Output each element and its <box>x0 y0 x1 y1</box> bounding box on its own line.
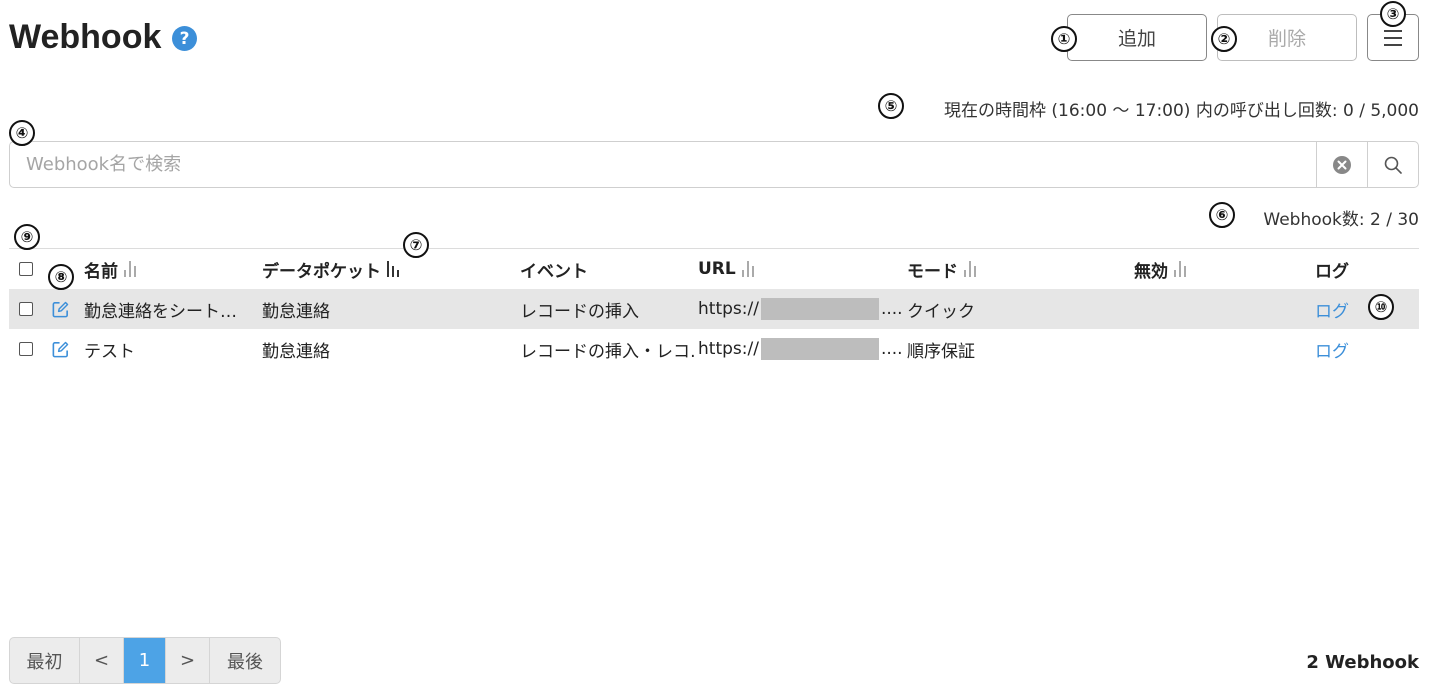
column-header-log: ログ <box>1315 261 1349 282</box>
annotation-marker-1: ① <box>1051 26 1077 52</box>
edit-button[interactable] <box>51 289 75 329</box>
redacted-url <box>760 338 879 360</box>
search-icon <box>1384 156 1402 174</box>
log-link[interactable]: ログ <box>1315 337 1349 362</box>
pagination: 最初 < 1 > 最後 <box>9 637 281 684</box>
annotation-marker-7: ⑦ <box>403 232 429 258</box>
add-button[interactable]: 追加 <box>1067 14 1207 61</box>
annotation-marker-6: ⑥ <box>1209 202 1235 228</box>
cell-disabled <box>1134 329 1304 369</box>
column-header-url[interactable]: URL <box>698 249 903 289</box>
log-link[interactable]: ログ <box>1315 297 1349 322</box>
column-header-name[interactable]: 名前 <box>84 249 254 289</box>
annotation-marker-9: ⑨ <box>14 224 40 250</box>
search-input[interactable] <box>10 142 1316 187</box>
annotation-marker-3: ③ <box>1380 1 1406 27</box>
cell-datapocket: 勤怠連絡 <box>262 341 330 362</box>
sort-icon <box>964 261 976 277</box>
clear-search-button[interactable] <box>1316 142 1367 187</box>
webhook-table: 名前 データポケット イベント URL モード 無効 ログ 勤怠連絡をシート… … <box>9 248 1419 369</box>
page-current-button[interactable]: 1 <box>124 638 166 683</box>
table-row[interactable]: テスト 勤怠連絡 レコードの挿入・レコ… https://.... 順序保証 ロ… <box>9 329 1419 369</box>
edit-button[interactable] <box>51 329 75 369</box>
rate-limit-info: 現在の時間枠 (16:00 〜 17:00) 内の呼び出し回数: 0 / 5,0… <box>943 101 1419 121</box>
cell-name: テスト <box>84 341 135 362</box>
cell-event: レコードの挿入 <box>520 301 639 322</box>
page-next-button[interactable]: > <box>166 638 210 683</box>
redacted-url <box>760 298 879 320</box>
total-count: 2 Webhook <box>1306 652 1419 673</box>
row-checkbox[interactable] <box>19 302 33 316</box>
annotation-marker-10: ⑩ <box>1368 294 1394 320</box>
column-header-event: イベント <box>520 261 588 282</box>
cell-mode: 順序保証 <box>907 341 975 362</box>
page-prev-button[interactable]: < <box>80 638 124 683</box>
edit-icon <box>52 341 69 357</box>
annotation-marker-2: ② <box>1211 26 1237 52</box>
page-first-button[interactable]: 最初 <box>10 638 80 683</box>
column-header-datapocket[interactable]: データポケット <box>262 249 512 289</box>
help-icon[interactable]: ? <box>172 26 197 51</box>
clear-icon <box>1333 155 1351 174</box>
search-bar <box>9 141 1419 188</box>
webhook-count-info: Webhook数: 2 / 30 <box>1263 210 1419 230</box>
cell-url: https://.... <box>698 338 903 360</box>
sort-icon <box>124 261 136 277</box>
sort-icon <box>387 261 399 277</box>
column-header-mode[interactable]: モード <box>907 249 1127 289</box>
edit-icon <box>52 301 69 317</box>
table-row[interactable]: 勤怠連絡をシート… 勤怠連絡 レコードの挿入 https://.... クイック… <box>9 289 1419 329</box>
page-last-button[interactable]: 最後 <box>210 638 280 683</box>
annotation-marker-8: ⑧ <box>48 264 74 290</box>
annotation-marker-5: ⑤ <box>878 93 904 119</box>
cell-mode: クイック <box>907 301 975 322</box>
search-button[interactable] <box>1367 142 1418 187</box>
cell-event: レコードの挿入・レコ… <box>520 341 695 362</box>
select-all-checkbox[interactable] <box>19 262 33 276</box>
hamburger-icon <box>1384 29 1402 46</box>
sort-icon <box>741 261 754 277</box>
column-header-disabled[interactable]: 無効 <box>1134 249 1304 289</box>
cell-name: 勤怠連絡をシート… <box>84 301 237 322</box>
page-title: Webhook <box>9 18 162 56</box>
table-header-row: 名前 データポケット イベント URL モード 無効 ログ <box>9 249 1419 289</box>
cell-url: https://.... <box>698 298 903 320</box>
sort-icon <box>1174 261 1186 277</box>
cell-disabled <box>1134 289 1304 329</box>
delete-button[interactable]: 削除 <box>1217 14 1357 61</box>
cell-datapocket: 勤怠連絡 <box>262 301 330 322</box>
annotation-marker-4: ④ <box>9 120 35 146</box>
row-checkbox[interactable] <box>19 342 33 356</box>
